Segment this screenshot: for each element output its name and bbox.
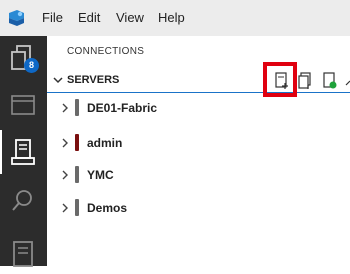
server-color-bar xyxy=(75,99,79,116)
menu-file[interactable]: File xyxy=(42,10,63,26)
app-logo-icon xyxy=(9,10,24,26)
search-icon xyxy=(12,190,32,211)
active-connections-button[interactable] xyxy=(319,70,341,92)
activity-search[interactable] xyxy=(0,180,47,224)
server-item[interactable]: YMC xyxy=(47,163,350,187)
server-item[interactable]: DE01-Fabric xyxy=(47,96,350,120)
menu-bar: File Edit View Help xyxy=(0,0,350,36)
server-label: admin xyxy=(87,136,123,150)
servers-section-header[interactable]: SERVERS xyxy=(47,70,350,93)
activity-notebooks[interactable] xyxy=(0,230,47,274)
highlight-box xyxy=(263,62,297,97)
activity-connections[interactable] xyxy=(0,130,47,174)
server-color-bar xyxy=(75,166,79,183)
chevron-right-icon xyxy=(62,170,68,180)
menu-view[interactable]: View xyxy=(116,10,144,26)
active-connections-icon xyxy=(323,72,337,89)
menu-help[interactable]: Help xyxy=(158,10,185,26)
panel-title: CONNECTIONS xyxy=(67,46,145,57)
server-item[interactable]: Demos xyxy=(47,196,350,220)
notification-badge: 8 xyxy=(24,58,39,73)
activity-files[interactable]: 8 xyxy=(0,36,47,80)
more-icon xyxy=(345,80,350,86)
connections-panel: CONNECTIONS SERVERS DE01-Fabric admin YM… xyxy=(47,36,350,266)
new-server-group-icon xyxy=(298,72,311,89)
connections-icon xyxy=(11,139,35,165)
server-color-bar xyxy=(75,134,79,151)
activity-bar: 8 xyxy=(0,36,47,267)
section-label: SERVERS xyxy=(67,74,120,86)
chevron-right-icon xyxy=(62,203,68,213)
new-server-group-button[interactable] xyxy=(295,70,317,92)
server-label: YMC xyxy=(87,168,114,182)
chevron-right-icon xyxy=(62,138,68,148)
server-label: DE01-Fabric xyxy=(87,101,158,115)
notebook-icon xyxy=(13,241,33,267)
chevron-down-icon xyxy=(53,77,63,84)
server-item[interactable]: admin xyxy=(47,131,350,155)
server-label: Demos xyxy=(87,201,128,215)
activity-windows[interactable] xyxy=(0,84,47,128)
windows-icon xyxy=(11,95,35,115)
server-color-bar xyxy=(75,199,79,216)
menu-edit[interactable]: Edit xyxy=(78,10,100,26)
more-actions-button[interactable] xyxy=(341,70,350,92)
chevron-right-icon xyxy=(62,103,68,113)
